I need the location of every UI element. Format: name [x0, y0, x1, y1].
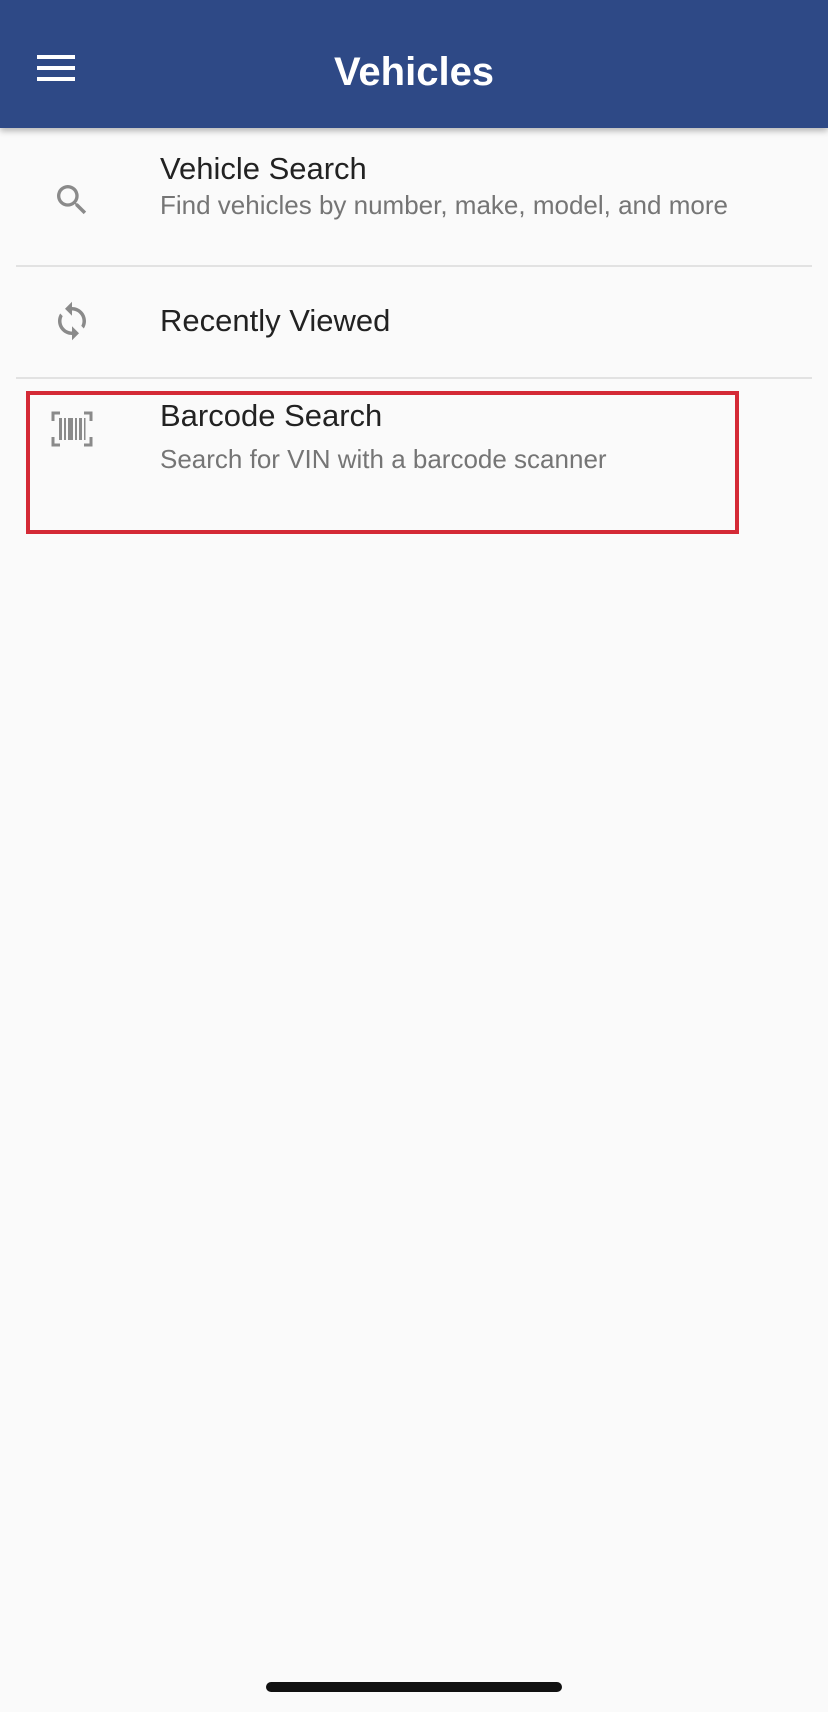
- list-item-title: Vehicle Search: [160, 151, 367, 186]
- search-icon: [48, 176, 96, 224]
- list-item-vehicle-search[interactable]: Vehicle Search Find vehicles by number, …: [0, 128, 828, 266]
- list-item-subtitle: Find vehicles by number, make, model, an…: [160, 190, 728, 220]
- list-item-recently-viewed[interactable]: Recently Viewed: [0, 267, 828, 377]
- app-bar: Vehicles: [0, 0, 828, 128]
- list-item-subtitle: Search for VIN with a barcode scanner: [160, 444, 607, 474]
- sync-icon: [48, 297, 96, 345]
- list-item-barcode-search[interactable]: Barcode Search Search for VIN with a bar…: [0, 379, 828, 515]
- page-title: Vehicles: [333, 50, 495, 94]
- list-item-title: Barcode Search: [160, 398, 383, 433]
- list-item-title: Recently Viewed: [160, 303, 391, 338]
- barcode-scan-icon: [48, 405, 96, 453]
- home-indicator: [266, 1682, 562, 1692]
